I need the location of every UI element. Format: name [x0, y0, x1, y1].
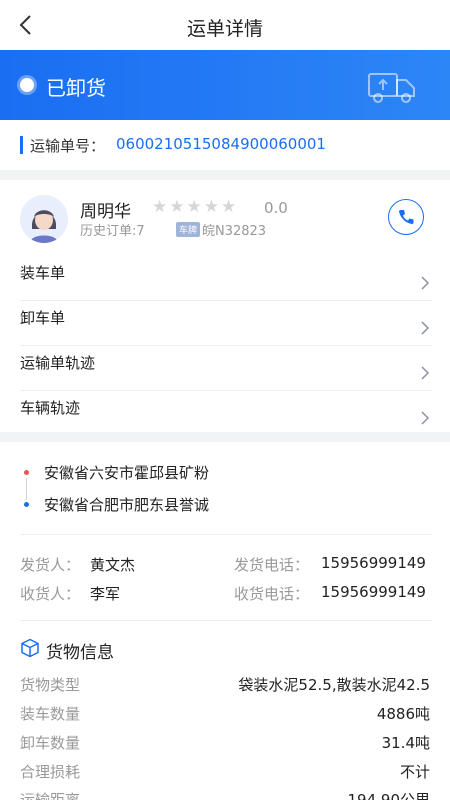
- goods-row-value: 4886吨: [376, 705, 430, 723]
- top-nav-bar: 运单详情: [0, 0, 450, 50]
- menu-item-label: 卸车单: [20, 309, 66, 327]
- sender-label: 发货人：: [20, 556, 81, 574]
- goods-row-value: 31.4吨: [381, 734, 430, 752]
- route-destination: 安徽省合肥市肥东县誉诚: [44, 496, 210, 514]
- menu-item-waybill-track[interactable]: 运输单轨迹: [20, 346, 432, 391]
- call-driver-button[interactable]: [388, 199, 424, 235]
- goods-row-label: 货物类型: [20, 676, 81, 694]
- order-number-section: 运输单号： 060021051508490006000​1: [0, 120, 450, 170]
- divider: [20, 620, 432, 621]
- status-banner: 已卸货: [0, 50, 450, 120]
- receiver-name: 李军: [90, 585, 121, 603]
- sender-phone-label: 发货电话：: [234, 556, 310, 574]
- receiver-phone[interactable]: 15956999149: [321, 583, 426, 601]
- section-divider: [0, 432, 450, 442]
- goods-row-value: 袋装水泥52.5,散装水泥42.5: [238, 676, 430, 694]
- menu-item-vehicle-track[interactable]: 车辆轨迹: [20, 391, 432, 436]
- driver-name: 周明华: [80, 202, 131, 222]
- plate-badge: 车牌: [176, 222, 201, 237]
- origin-dot-icon: [24, 470, 29, 475]
- menu-item-label: 车辆轨迹: [20, 399, 81, 417]
- goods-row-value: 194.90公里: [347, 791, 431, 800]
- route-line: [26, 478, 27, 500]
- page-title: 运单详情: [186, 18, 263, 40]
- sender-phone[interactable]: 15956999149: [321, 554, 426, 572]
- avatar: [20, 195, 68, 243]
- menu-item-label: 装车单: [20, 264, 66, 282]
- status-text: 已卸货: [46, 76, 106, 100]
- divider: [20, 534, 432, 535]
- chevron-right-icon: [421, 366, 430, 380]
- chevron-right-icon: [421, 276, 430, 290]
- menu-item-label: 运输单轨迹: [20, 354, 96, 372]
- goods-row-label: 运输距离: [20, 791, 81, 800]
- package-icon: [20, 638, 40, 658]
- menu-item-loading-sheet[interactable]: 装车单: [20, 256, 432, 301]
- order-number-label: 运输单号：: [30, 137, 106, 155]
- order-number-value: 060021051508490006000​1: [116, 135, 326, 153]
- status-dot-icon: [20, 78, 34, 92]
- license-plate: 皖N32823: [202, 224, 267, 239]
- destination-dot-icon: [24, 502, 29, 507]
- truck-icon: [366, 66, 418, 106]
- rating-stars-icon: ★★★★★: [152, 197, 239, 217]
- goods-row-value: 不计: [399, 763, 430, 781]
- goods-info-title: 货物信息: [46, 643, 114, 663]
- sender-name: 黄文杰: [90, 556, 136, 574]
- accent-bar: [20, 136, 23, 154]
- goods-row-label: 卸车数量: [20, 734, 81, 752]
- goods-row-label: 合理损耗: [20, 763, 81, 781]
- menu-item-unloading-sheet[interactable]: 卸车单: [20, 301, 432, 346]
- phone-icon: [398, 210, 414, 225]
- receiver-phone-label: 收货电话：: [234, 585, 310, 603]
- route-origin: 安徽省六安市霍邱县矿粉: [44, 464, 210, 482]
- rating-score: 0.0: [264, 199, 288, 217]
- receiver-label: 收货人：: [20, 585, 81, 603]
- goods-row-label: 装车数量: [20, 705, 81, 723]
- order-history-count: 历史订单:7: [80, 224, 145, 239]
- chevron-right-icon: [421, 321, 430, 335]
- section-divider: [0, 170, 450, 180]
- chevron-right-icon: [421, 411, 430, 425]
